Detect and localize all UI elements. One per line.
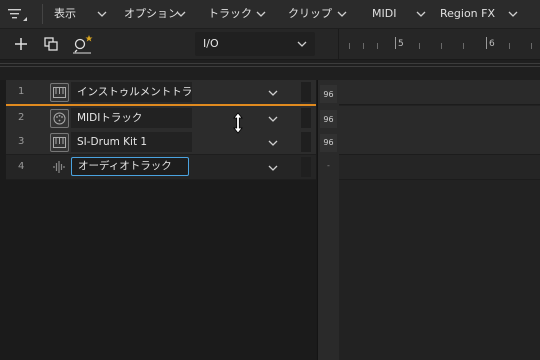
track-end-cap <box>301 157 311 177</box>
resize-cursor-icon <box>232 112 244 137</box>
ruler-tick <box>349 43 350 49</box>
instrument-icon[interactable] <box>50 133 69 152</box>
track-number: 3 <box>18 136 25 147</box>
timeline-ruler[interactable]: 5 6 <box>338 29 540 59</box>
track-row[interactable]: 4 オーディオトラック <box>6 155 316 180</box>
chevron-down-icon <box>508 11 518 17</box>
track-end-cap <box>301 132 311 152</box>
track-end-cap <box>301 108 311 128</box>
io-label: I/O <box>203 37 219 50</box>
duplicate-track-button[interactable] <box>38 32 64 56</box>
ruler-tick <box>377 43 378 49</box>
track-end-cap <box>301 82 311 102</box>
track-name[interactable]: SI-Drum Kit 1 <box>71 132 192 152</box>
chevron-down-icon <box>256 11 266 17</box>
ruler-tick <box>395 37 396 49</box>
ruler-tick <box>531 43 532 49</box>
instrument-icon[interactable] <box>50 83 69 102</box>
track-row[interactable]: 2 MIDIトラック <box>6 106 316 131</box>
audio-icon[interactable] <box>50 158 67 175</box>
views-menu-icon[interactable] <box>8 7 30 23</box>
arrange-lane[interactable] <box>339 80 540 105</box>
chevron-down-icon <box>297 41 307 47</box>
menu-track[interactable]: トラック <box>208 0 252 28</box>
arrange-area[interactable] <box>339 80 540 360</box>
midi-icon[interactable] <box>50 109 69 128</box>
chevron-down-icon <box>97 11 107 17</box>
meter-value: 96 <box>323 90 334 99</box>
menu-view[interactable]: 表示 <box>54 0 76 28</box>
menu-bar: 表示 オプション トラック クリップ MIDI Region FX <box>0 0 540 29</box>
track-name[interactable]: MIDIトラック <box>71 108 192 128</box>
menu-clip[interactable]: クリップ <box>288 0 332 28</box>
track-name[interactable]: インストゥルメントトラック <box>71 82 192 102</box>
track-drop-indicator <box>6 104 316 106</box>
arrange-lane[interactable] <box>339 130 540 155</box>
ruler-bar-number: 5 <box>398 39 404 49</box>
add-track-button[interactable] <box>8 32 34 56</box>
menu-options[interactable]: オプション <box>124 0 179 28</box>
track-list: 1 インストゥルメントトラック 2 MIDIトラック 3 SI-Drum Kit… <box>0 80 316 360</box>
menu-midi[interactable]: MIDI <box>372 0 396 28</box>
track-search-button[interactable] <box>70 32 96 56</box>
ruler-tick <box>363 43 364 49</box>
plus-icon <box>15 38 27 50</box>
arrange-lane[interactable] <box>339 155 540 180</box>
meter-value: 96 <box>323 115 334 124</box>
meter-value: - <box>327 161 330 170</box>
duplicate-icon <box>44 37 58 51</box>
track-number: 2 <box>18 112 25 123</box>
chevron-down-icon[interactable] <box>268 89 278 97</box>
menu-region-fx[interactable]: Region FX <box>440 0 495 28</box>
search-star-icon <box>73 35 93 54</box>
ruler-tick <box>441 43 442 49</box>
ruler-tick <box>419 43 420 49</box>
chevron-down-icon[interactable] <box>268 139 278 147</box>
ruler-tick <box>463 43 464 49</box>
chevron-down-icon <box>416 11 426 17</box>
divider-line <box>0 66 540 67</box>
track-number: 4 <box>18 161 25 172</box>
track-name-edit-field[interactable]: オーディオトラック <box>71 157 189 176</box>
chevron-down-icon <box>337 11 347 17</box>
ruler-bar-number: 6 <box>489 39 495 49</box>
chevron-down-icon[interactable] <box>268 115 278 123</box>
meter-column: 96 96 96 - <box>317 80 340 360</box>
menu-divider <box>42 4 43 24</box>
ruler-tick <box>486 37 487 49</box>
divider-line <box>0 63 540 64</box>
io-dropdown[interactable]: I/O <box>195 32 315 56</box>
track-row[interactable]: 3 SI-Drum Kit 1 <box>6 130 316 155</box>
meter-value: 96 <box>323 138 334 147</box>
track-number: 1 <box>18 86 25 97</box>
track-row[interactable]: 1 インストゥルメントトラック <box>6 80 316 105</box>
chevron-down-icon[interactable] <box>268 164 278 172</box>
pane-divider[interactable] <box>0 60 540 80</box>
arrange-lane[interactable] <box>339 106 540 131</box>
chevron-down-icon <box>176 11 186 17</box>
ruler-tick <box>509 43 510 49</box>
